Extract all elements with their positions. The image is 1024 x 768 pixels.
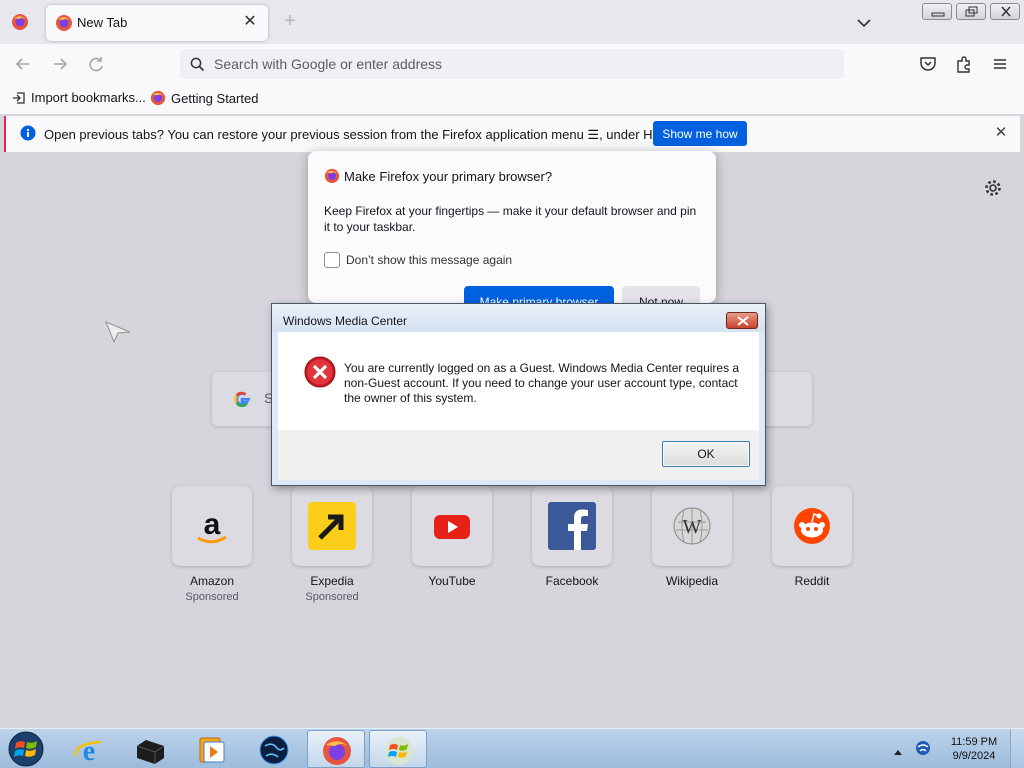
system-clock[interactable]: 11:59 PM 9/9/2024	[946, 735, 1002, 763]
svg-text:a: a	[204, 508, 221, 541]
shortcut-amazon[interactable]: a Amazon Sponsored	[172, 486, 252, 603]
show-me-how-button[interactable]: Show me how	[653, 121, 747, 146]
show-hidden-icons-icon[interactable]	[893, 744, 903, 755]
tile-box	[292, 486, 372, 566]
clock-date: 9/9/2024	[952, 750, 996, 762]
ok-button[interactable]: OK	[662, 441, 750, 467]
media-center-box-taskbar-icon[interactable]	[121, 730, 179, 768]
start-button[interactable]	[6, 730, 46, 768]
chevron-down-icon[interactable]	[853, 12, 875, 34]
tile-box	[412, 486, 492, 566]
internet-explorer-taskbar-icon[interactable]: e	[60, 730, 118, 768]
bookmark-label: Getting Started	[171, 90, 259, 106]
tile-name: Wikipedia	[665, 574, 719, 588]
tile-box	[772, 486, 852, 566]
import-icon	[13, 91, 25, 104]
default-browser-dialog: Make Firefox your primary browser? Keep …	[308, 151, 716, 303]
firefox-icon	[324, 168, 340, 187]
tile-name: Reddit	[794, 574, 830, 588]
tile-name: Facebook	[545, 574, 599, 588]
not-now-button[interactable]: Not now	[622, 286, 700, 303]
shortcut-expedia[interactable]: Expedia Sponsored	[292, 486, 372, 603]
address-bar[interactable]	[180, 49, 844, 79]
firefox-view-icon[interactable]	[11, 13, 29, 31]
notification-text: Open previous tabs? You can restore your…	[44, 127, 687, 142]
close-icon[interactable]: ✕	[992, 124, 1010, 142]
dialog-title: Windows Media Center	[283, 314, 408, 328]
dialog-body: You are currently logged on as a Guest. …	[278, 332, 759, 430]
shortcut-youtube[interactable]: YouTube	[412, 486, 492, 588]
globe-taskbar-icon[interactable]	[245, 730, 303, 768]
media-center-error-dialog: Windows Media Center You are currently l…	[271, 303, 766, 486]
back-arrow-icon[interactable]	[12, 53, 34, 75]
firefox-taskbar-icon[interactable]	[307, 730, 365, 768]
close-window-button[interactable]	[990, 3, 1020, 20]
shortcut-reddit[interactable]: Reddit	[772, 486, 852, 588]
shortcut-facebook[interactable]: Facebook	[532, 486, 612, 588]
firefox-tab-icon	[55, 14, 73, 32]
google-icon	[232, 389, 252, 412]
bookmarks-toolbar: Import bookmarks... Getting Started	[0, 84, 1024, 114]
taskbar: e 11:59 PM 9/9/2024	[0, 728, 1024, 768]
app-menu-icon[interactable]	[989, 53, 1011, 75]
dont-show-again-checkbox[interactable]: Don’t show this message again	[324, 252, 512, 268]
expedia-logo-icon	[308, 502, 356, 550]
close-tab-icon[interactable]: ✕	[240, 12, 260, 32]
svg-text:e: e	[83, 736, 95, 766]
checkbox[interactable]	[324, 252, 340, 268]
tile-name: Expedia	[310, 574, 354, 588]
amazon-logo-icon: a	[197, 508, 227, 544]
shortcut-wikipedia[interactable]: W Wikipedia	[652, 486, 732, 588]
search-icon	[190, 57, 205, 75]
dialog-titlebar[interactable]: Windows Media Center	[272, 304, 765, 332]
show-desktop-button[interactable]	[1010, 729, 1024, 768]
wikipedia-logo-icon: W	[673, 507, 711, 545]
network-icon[interactable]	[914, 739, 932, 760]
media-player-taskbar-icon[interactable]	[183, 730, 241, 768]
tile-name: Amazon	[189, 574, 235, 588]
navigation-toolbar	[0, 44, 1024, 84]
forward-arrow-icon[interactable]	[49, 53, 71, 75]
window-controls	[922, 3, 1020, 20]
mouse-pointer-icon	[104, 320, 132, 347]
bookmark-getting-started[interactable]: Getting Started	[150, 90, 258, 106]
dialog-footer: OK	[278, 430, 759, 480]
dialog-body: Keep Firefox at your fingertips — make i…	[324, 204, 697, 234]
pocket-icon[interactable]	[917, 53, 939, 75]
extensions-icon[interactable]	[953, 53, 975, 75]
firefox-icon	[150, 90, 166, 106]
clock-time: 11:59 PM	[950, 736, 998, 748]
youtube-logo-icon	[434, 515, 470, 539]
svg-text:W: W	[683, 516, 702, 538]
tile-box	[532, 486, 612, 566]
tile-name: YouTube	[428, 574, 476, 588]
close-dialog-button[interactable]	[726, 312, 758, 329]
tab-title: New Tab	[77, 15, 128, 30]
tile-box: a	[172, 486, 252, 566]
gear-icon[interactable]	[983, 178, 1003, 201]
bookmark-import[interactable]: Import bookmarks...	[12, 90, 146, 105]
session-restore-notification: Open previous tabs? You can restore your…	[4, 116, 1020, 152]
restore-button[interactable]	[956, 3, 986, 20]
make-primary-browser-button[interactable]: Make primary browser	[464, 286, 614, 303]
error-icon	[304, 356, 336, 391]
checkbox-label: Don’t show this message again	[346, 253, 513, 267]
new-tab-plus-icon[interactable]: +	[279, 10, 301, 32]
tab-new-tab[interactable]: New Tab ✕	[46, 5, 268, 41]
reload-icon[interactable]	[85, 53, 107, 75]
dialog-title: Make Firefox your primary browser?	[344, 169, 553, 184]
tile-box: W	[652, 486, 732, 566]
reddit-logo-icon	[794, 508, 830, 544]
error-message: You are currently logged on as a Guest. …	[344, 361, 740, 405]
address-input[interactable]	[214, 53, 814, 75]
bookmark-label: Import bookmarks...	[31, 90, 146, 105]
windows-taskbar-icon[interactable]	[369, 730, 427, 768]
minimize-button[interactable]	[922, 3, 952, 20]
tile-sponsored: Sponsored	[185, 591, 239, 603]
facebook-logo-icon	[548, 502, 596, 550]
info-icon	[20, 125, 36, 144]
tile-sponsored: Sponsored	[305, 591, 359, 603]
browser-titlebar: New Tab ✕ +	[0, 0, 1024, 44]
